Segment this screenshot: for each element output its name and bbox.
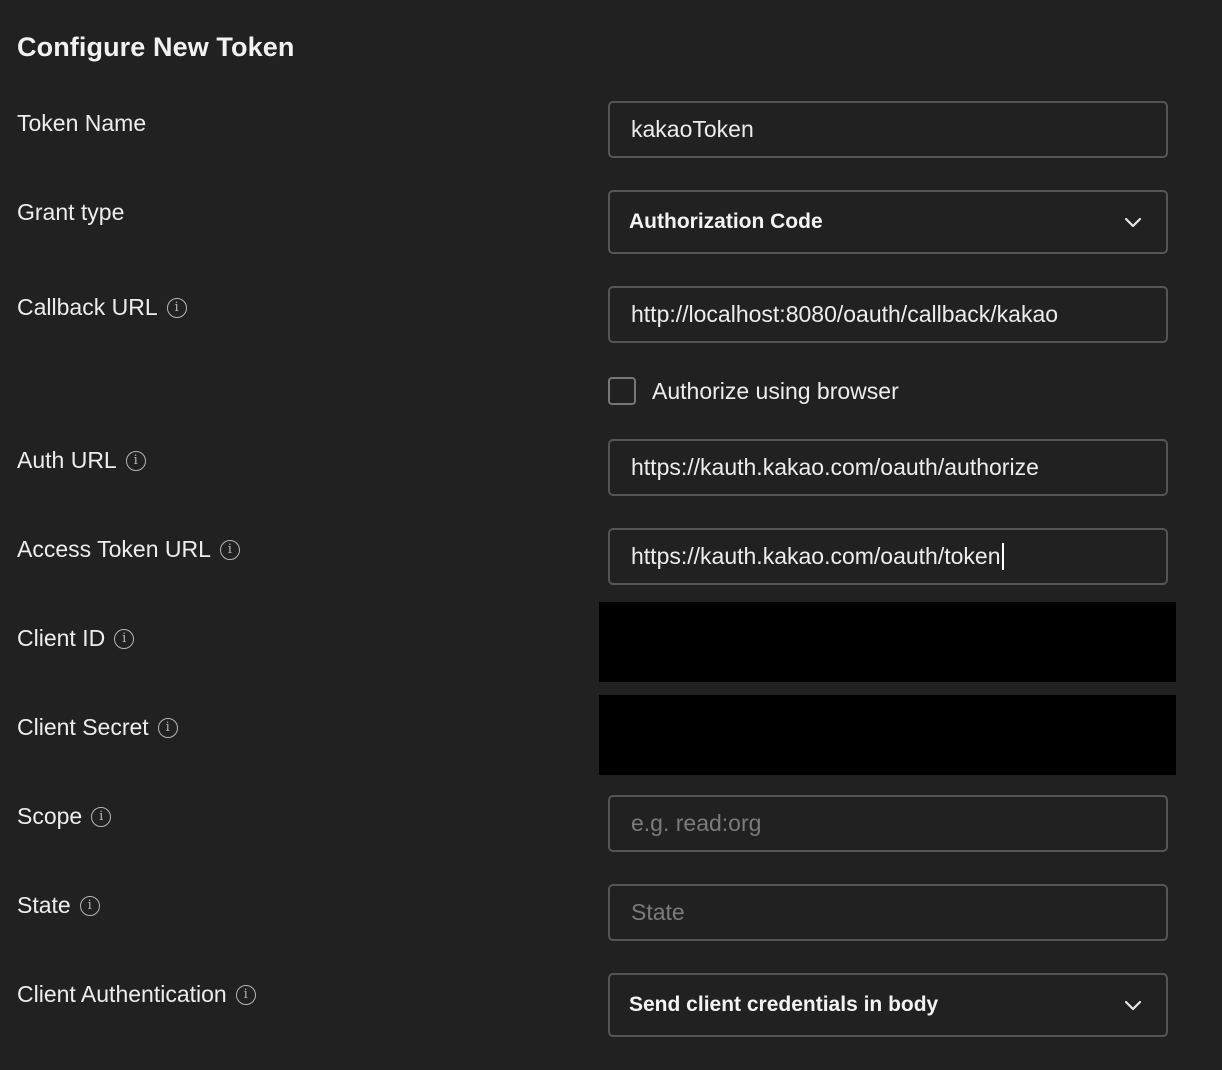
state-label-text: State xyxy=(17,892,71,918)
scope-label: Scope i xyxy=(17,803,112,830)
grant-type-select[interactable]: Authorization Code xyxy=(608,190,1168,254)
client-secret-redacted xyxy=(599,695,1176,775)
client-id-redacted xyxy=(599,602,1176,682)
text-caret xyxy=(1001,543,1004,570)
page-title: Configure New Token xyxy=(17,32,295,62)
authorize-browser-row[interactable]: Authorize using browser xyxy=(608,377,899,405)
client-id-label-text: Client ID xyxy=(17,625,106,651)
auth-url-label-text: Auth URL xyxy=(17,447,117,473)
access-token-url-label: Access Token URL i xyxy=(17,536,240,563)
auth-url-label: Auth URL i xyxy=(17,447,146,474)
state-label: State i xyxy=(17,892,100,919)
callback-url-label-text: Callback URL xyxy=(17,294,158,320)
token-name-field[interactable] xyxy=(608,101,1168,158)
callback-url-input[interactable] xyxy=(610,288,1166,341)
grant-type-value: Authorization Code xyxy=(629,210,823,233)
auth-url-field[interactable] xyxy=(608,439,1168,496)
info-icon[interactable]: i xyxy=(114,628,135,649)
client-authentication-label-text: Client Authentication xyxy=(17,981,227,1007)
client-authentication-label: Client Authentication i xyxy=(17,981,256,1008)
callback-url-field[interactable] xyxy=(608,286,1168,343)
state-input[interactable] xyxy=(610,886,1166,939)
access-token-url-label-text: Access Token URL xyxy=(17,536,211,562)
info-icon[interactable]: i xyxy=(79,895,100,916)
scope-input[interactable] xyxy=(610,797,1166,850)
grant-type-label-text: Grant type xyxy=(17,199,125,225)
client-id-label: Client ID i xyxy=(17,625,135,652)
auth-url-input[interactable] xyxy=(610,441,1166,494)
callback-url-label: Callback URL i xyxy=(17,294,187,321)
authorize-browser-label[interactable]: Authorize using browser xyxy=(652,378,899,405)
info-icon[interactable]: i xyxy=(219,539,240,560)
client-authentication-value: Send client credentials in body xyxy=(629,993,939,1016)
info-icon[interactable]: i xyxy=(157,717,178,738)
client-secret-label: Client Secret i xyxy=(17,714,178,741)
info-icon[interactable]: i xyxy=(91,806,112,827)
access-token-url-value: https://kauth.kakao.com/oauth/token xyxy=(631,543,1001,569)
scope-label-text: Scope xyxy=(17,803,83,829)
info-icon[interactable]: i xyxy=(125,450,146,471)
access-token-url-input[interactable]: https://kauth.kakao.com/oauth/token xyxy=(610,530,1166,583)
info-icon[interactable]: i xyxy=(235,984,256,1005)
scope-field[interactable] xyxy=(608,795,1168,852)
info-icon[interactable]: i xyxy=(166,297,187,318)
client-authentication-select[interactable]: Send client credentials in body xyxy=(608,973,1168,1037)
state-field[interactable] xyxy=(608,884,1168,941)
chevron-down-icon xyxy=(1124,1000,1142,1011)
token-name-label-text: Token Name xyxy=(17,110,147,136)
access-token-url-field[interactable]: https://kauth.kakao.com/oauth/token xyxy=(608,528,1168,585)
authorize-browser-checkbox[interactable] xyxy=(608,377,636,405)
token-name-label: Token Name xyxy=(17,110,146,137)
chevron-down-icon xyxy=(1124,217,1142,228)
client-secret-label-text: Client Secret xyxy=(17,714,149,740)
token-name-input[interactable] xyxy=(610,103,1166,156)
grant-type-label: Grant type xyxy=(17,199,124,226)
